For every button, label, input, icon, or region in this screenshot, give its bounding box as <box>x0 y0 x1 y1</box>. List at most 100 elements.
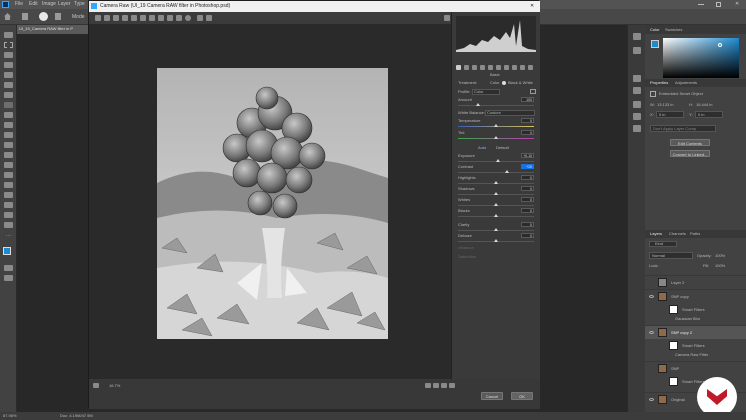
paragraph-panel-icon[interactable] <box>633 87 641 94</box>
minimize-window-icon[interactable] <box>698 4 704 5</box>
shadows-slider-knob[interactable] <box>494 192 498 195</box>
lasso-tool-icon[interactable] <box>4 52 13 58</box>
lens-panel-icon[interactable] <box>496 65 501 70</box>
fill-value[interactable]: 100% <box>715 264 725 268</box>
transform-tool-icon[interactable] <box>140 15 146 21</box>
quick-select-tool-icon[interactable] <box>4 62 13 68</box>
white-balance-tool-icon[interactable] <box>113 15 119 21</box>
default-link[interactable]: Default <box>496 146 509 150</box>
dehaze-slider-knob[interactable] <box>494 239 498 242</box>
edit-contents-button[interactable]: Edit Contents <box>670 139 710 146</box>
eyedropper-tool-icon[interactable] <box>4 82 13 88</box>
profile-browser-icon[interactable] <box>530 89 536 94</box>
shape-tool-icon[interactable] <box>4 202 13 208</box>
effects-panel-icon[interactable] <box>504 65 509 70</box>
menu-edit[interactable]: Edit <box>29 2 38 7</box>
healing-tool-icon[interactable] <box>4 92 13 98</box>
contrast-slider-knob[interactable] <box>505 170 509 173</box>
camera-raw-preview-area[interactable] <box>89 24 451 379</box>
edit-toolbar-icon[interactable]: ··· <box>4 233 13 239</box>
layer-row[interactable]: SNP <box>645 361 746 375</box>
gradient-tool-icon[interactable] <box>4 142 13 148</box>
highlights-slider-knob[interactable] <box>494 181 498 184</box>
w-value[interactable]: 13.133 in <box>657 103 673 107</box>
detail-panel-icon[interactable] <box>472 65 477 70</box>
graduated-filter-tool-icon[interactable] <box>176 15 182 21</box>
tone-curve-panel-icon[interactable] <box>464 65 469 70</box>
whites-slider-knob[interactable] <box>494 203 498 206</box>
menu-file[interactable]: File <box>15 2 23 7</box>
marquee-tool-icon[interactable] <box>4 42 13 48</box>
exposure-slider[interactable] <box>458 159 534 162</box>
home-icon[interactable] <box>4 13 11 20</box>
adjustment-brush-tool-icon[interactable] <box>167 15 173 21</box>
color-spectrum-field[interactable] <box>663 38 739 78</box>
h-value[interactable]: 16.444 in <box>696 103 712 107</box>
libraries-panel-icon[interactable] <box>633 113 641 120</box>
layer-row[interactable]: Layer 2 <box>645 275 746 289</box>
whites-slider[interactable] <box>458 203 534 206</box>
blur-tool-icon[interactable] <box>4 152 13 158</box>
red-eye-tool-icon[interactable] <box>158 15 164 21</box>
temperature-slider[interactable] <box>458 124 534 127</box>
rotate-right-icon[interactable] <box>206 15 212 21</box>
clone-stamp-tool-icon[interactable] <box>4 112 13 118</box>
dehaze-value-field[interactable]: 0 <box>521 233 534 238</box>
history-brush-tool-icon[interactable] <box>4 122 13 128</box>
opacity-value[interactable]: 100% <box>715 254 725 258</box>
document-tab[interactable]: UI_19_Camera RAW filter in P <box>17 25 91 34</box>
clarity-slider[interactable] <box>458 228 534 231</box>
dialog-close-icon[interactable]: ✕ <box>530 4 534 9</box>
visibility-eye-icon[interactable] <box>649 398 654 401</box>
color-picker-circle-icon[interactable] <box>718 43 722 47</box>
auto-link[interactable]: Auto <box>478 146 486 150</box>
zoom-menu-icon[interactable] <box>93 383 99 388</box>
layer-row[interactable]: SNP copy <box>645 289 746 303</box>
temperature-slider-knob[interactable] <box>494 124 498 127</box>
hand-tool-icon[interactable] <box>104 15 110 21</box>
blacks-slider-knob[interactable] <box>494 214 498 217</box>
layer-row[interactable]: Gaussian Blur <box>645 315 746 324</box>
layer-row[interactable]: Camera Raw Filter <box>645 351 746 360</box>
fullscreen-toggle-icon[interactable] <box>444 15 450 21</box>
dehaze-slider[interactable] <box>458 239 534 242</box>
snapshots-panel-icon[interactable] <box>528 65 533 70</box>
highlights-slider[interactable] <box>458 181 534 184</box>
tab-layers[interactable]: Layers <box>650 232 662 236</box>
amount-slider[interactable] <box>458 103 534 106</box>
move-tool-icon[interactable] <box>4 32 13 38</box>
presets-panel-icon[interactable] <box>520 65 525 70</box>
menu-layer[interactable]: Layer <box>58 2 71 7</box>
zoom-tool-icon[interactable] <box>4 222 13 228</box>
hsl-panel-icon[interactable] <box>480 65 485 70</box>
tab-channels[interactable]: Channels <box>669 232 686 236</box>
spot-removal-tool-icon[interactable] <box>149 15 155 21</box>
radial-filter-tool-icon[interactable] <box>185 15 191 21</box>
color-fg-swatch[interactable] <box>651 40 659 48</box>
tab-swatches[interactable]: Swatches <box>665 28 682 32</box>
type-tool-icon[interactable] <box>4 182 13 188</box>
treatment-bw-radio[interactable] <box>502 81 506 85</box>
preview-toggle-icon[interactable] <box>449 383 455 388</box>
menu-image[interactable]: Image <box>42 2 56 7</box>
brush-tool-icon[interactable] <box>22 13 28 20</box>
contrast-value-field[interactable]: +26 <box>521 164 534 169</box>
calibration-panel-icon[interactable] <box>512 65 517 70</box>
ok-button[interactable]: OK <box>511 392 533 400</box>
split-toning-panel-icon[interactable] <box>488 65 493 70</box>
tint-slider-knob[interactable] <box>494 136 498 139</box>
tab-properties[interactable]: Properties <box>650 81 668 85</box>
zoom-tool-icon[interactable] <box>95 15 101 21</box>
clarity-value-field[interactable]: 0 <box>521 222 534 227</box>
quick-mask-icon[interactable] <box>4 265 13 271</box>
learn-panel-icon[interactable] <box>633 125 641 132</box>
exposure-slider-knob[interactable] <box>496 159 500 162</box>
shadows-slider[interactable] <box>458 192 534 195</box>
eraser-tool-icon[interactable] <box>4 132 13 138</box>
amount-value-field[interactable]: 100 <box>521 97 534 102</box>
color-sampler-tool-icon[interactable] <box>122 15 128 21</box>
tab-color[interactable]: Color <box>650 28 660 32</box>
temperature-value-field[interactable]: 0 <box>521 118 534 123</box>
visibility-eye-icon[interactable] <box>649 295 654 298</box>
character-panel-icon[interactable] <box>633 75 641 82</box>
